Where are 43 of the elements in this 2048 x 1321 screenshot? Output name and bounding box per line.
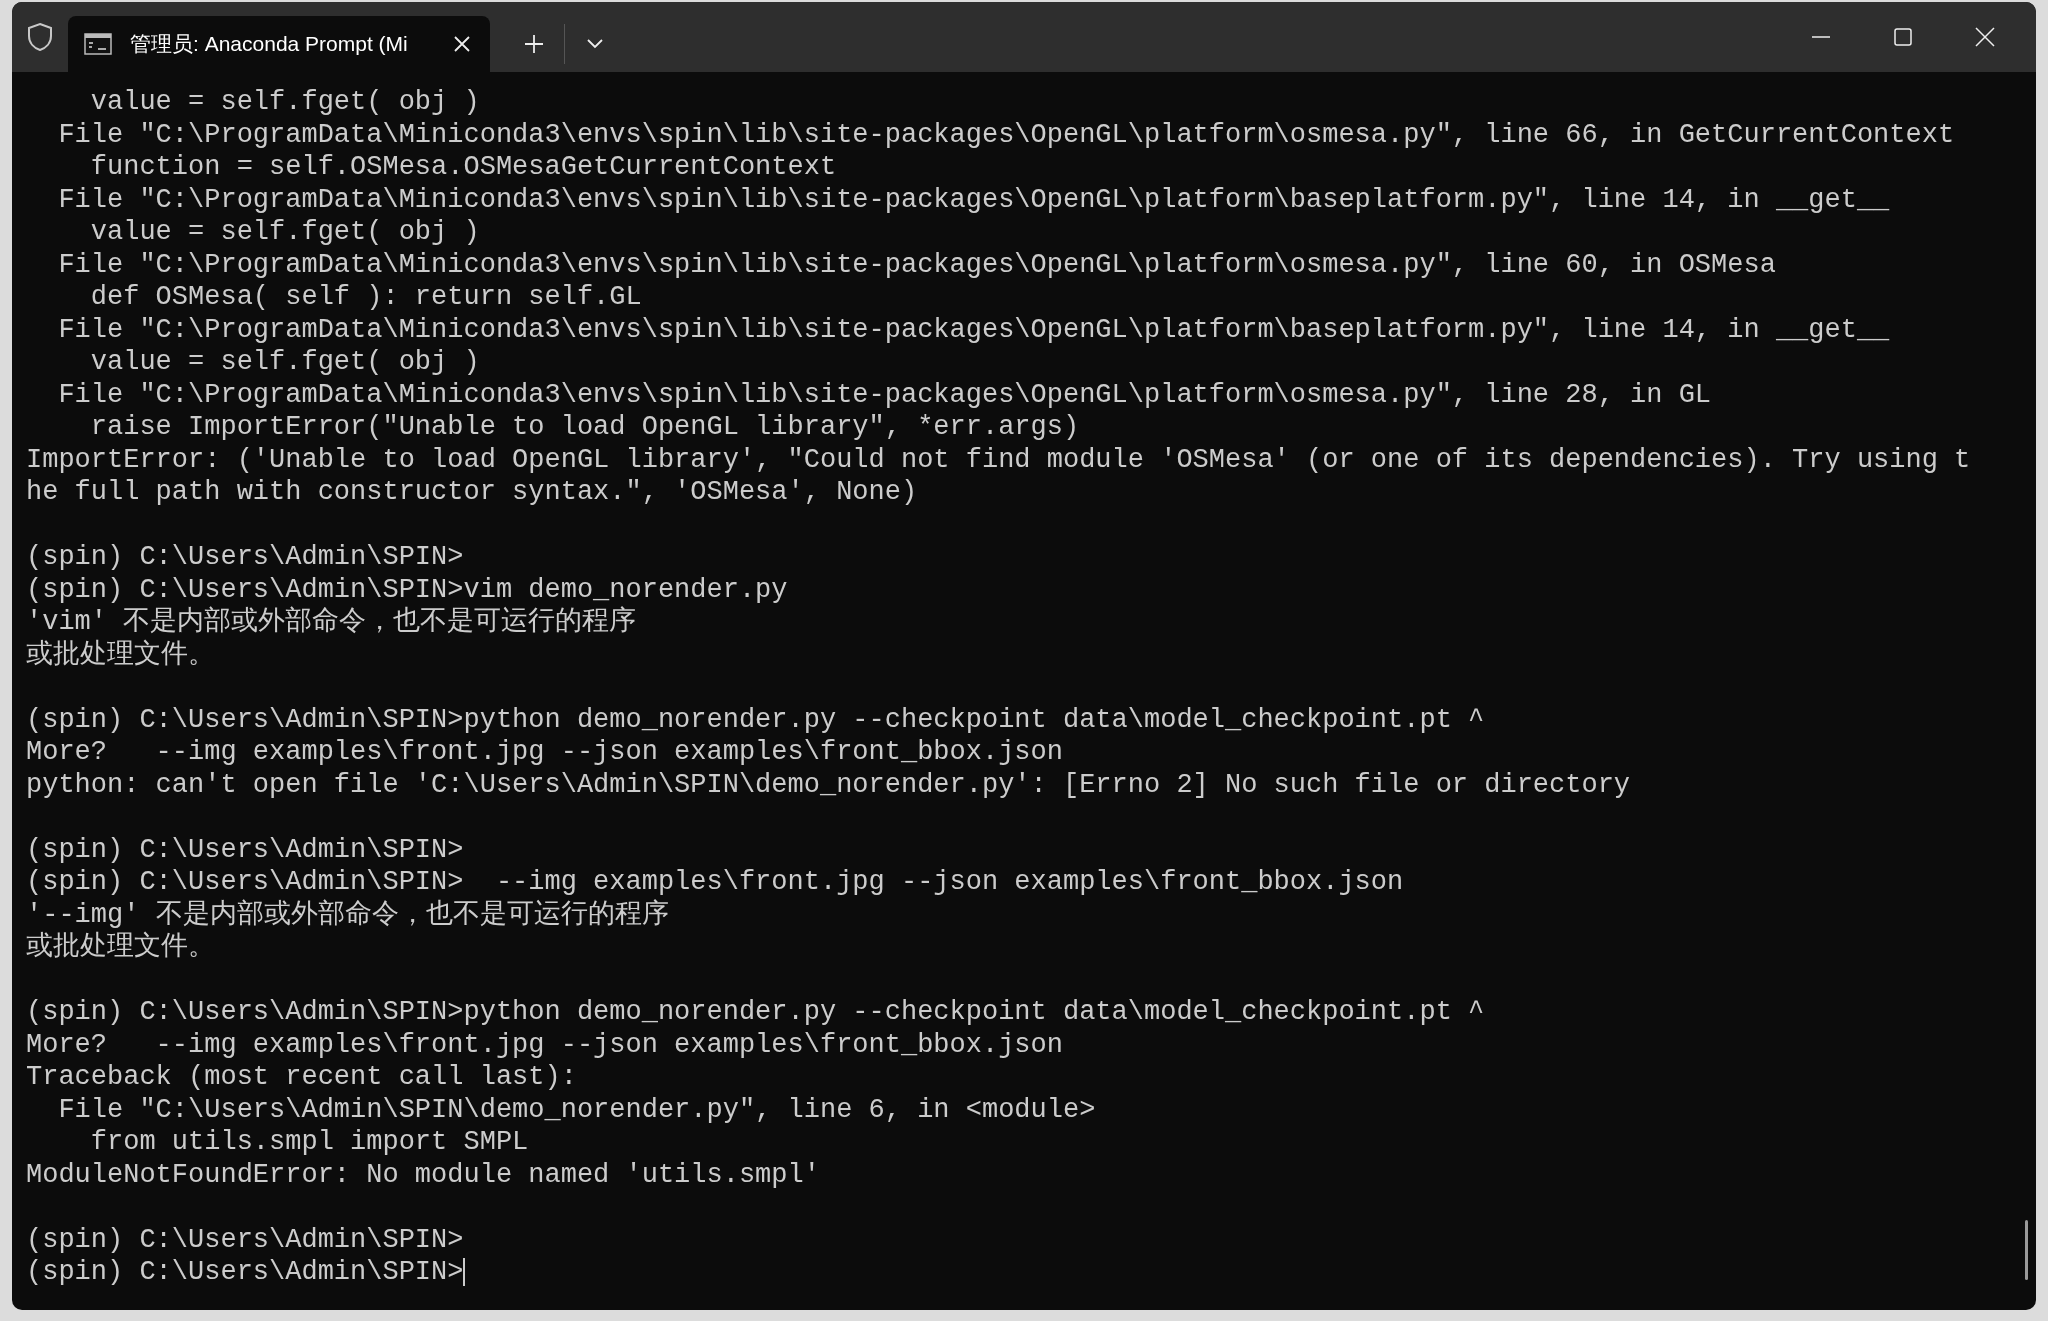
terminal-line: (spin) C:\Users\Admin\SPIN> bbox=[26, 833, 464, 866]
terminal-line: value = self.fget( obj ) bbox=[89, 86, 480, 119]
terminal-line: value = self.fget( obj ) bbox=[89, 346, 480, 379]
chevron-down-icon bbox=[587, 39, 603, 49]
terminal-line: def OSMesa( self ): return self.GL bbox=[89, 281, 642, 314]
terminal-line: (spin) C:\Users\Admin\SPIN>python demo_norender.py --checkpoint data\model_checkpoint.pt ^ bbox=[26, 996, 1485, 1029]
terminal-line: (spin) C:\Users\Admin\SPIN> --img examples\front.jpg --json examples\front_bbox.json bbox=[26, 866, 1404, 899]
terminal-line: ImportError: ('Unable to load OpenGL library', "Could not find module 'OSMesa' (or one of its dependencies). Try using t bbox=[26, 443, 1971, 476]
terminal-line: 或批处理文件。 bbox=[26, 931, 215, 964]
terminal-line: function = self.OSMesa.OSMesaGetCurrentContext bbox=[89, 151, 837, 184]
shield-icon bbox=[27, 22, 53, 52]
terminal-line: raise ImportError("Unable to load OpenGL library", *err.args) bbox=[89, 411, 1080, 444]
terminal-line: 'vim' 不是内部或外部命令，也不是可运行的程序 bbox=[26, 606, 637, 639]
terminal-line: from utils.smpl import SMPL bbox=[89, 1126, 529, 1159]
terminal-line: (spin) C:\Users\Admin\SPIN> bbox=[26, 1256, 464, 1289]
terminal-line: File "C:\ProgramData\Miniconda3\envs\spin\lib\site-packages\OpenGL\platform\baseplatform.py", line 14, in __get__ bbox=[57, 183, 1890, 216]
terminal-line: ModuleNotFoundError: No module named 'utils.smpl' bbox=[26, 1158, 820, 1191]
terminal-line: File "C:\ProgramData\Miniconda3\envs\spin\lib\site-packages\OpenGL\platform\baseplatform.py", line 14, in __get__ bbox=[57, 313, 1890, 346]
terminal-line: 或批处理文件。 bbox=[26, 638, 215, 671]
terminal-line: File "C:\ProgramData\Miniconda3\envs\spin\lib\site-packages\OpenGL\platform\osmesa.py", line 66, in GetCurrentContext bbox=[57, 118, 1955, 151]
plus-icon bbox=[524, 34, 544, 54]
terminal-line: (spin) C:\Users\Admin\SPIN>vim demo_norender.py bbox=[26, 573, 788, 606]
terminal-line: '--img' 不是内部或外部命令，也不是可运行的程序 bbox=[26, 898, 669, 931]
terminal-line: More? --img examples\front.jpg --json examples\front_bbox.json bbox=[26, 1028, 1063, 1061]
terminal-line: More? --img examples\front.jpg --json examples\front_bbox.json bbox=[26, 736, 1063, 769]
maximize-icon bbox=[1894, 28, 1912, 46]
close-icon bbox=[1975, 27, 1995, 47]
terminal-line: (spin) C:\Users\Admin\SPIN> bbox=[26, 1223, 464, 1256]
tab-title: 管理员: Anaconda Prompt (Mi bbox=[130, 31, 409, 58]
minimize-icon bbox=[1812, 36, 1830, 38]
terminal-line: (spin) C:\Users\Admin\SPIN>python demo_norender.py --checkpoint data\model_checkpoint.pt ^ bbox=[26, 703, 1485, 736]
terminal-line: value = self.fget( obj ) bbox=[89, 216, 480, 249]
terminal-line: File "C:\ProgramData\Miniconda3\envs\spin\lib\site-packages\OpenGL\platform\osmesa.py", line 60, in OSMesa bbox=[57, 248, 1776, 281]
scrollbar-thumb[interactable] bbox=[2025, 1220, 2028, 1280]
terminal-line: File "C:\ProgramData\Miniconda3\envs\spin\lib\site-packages\OpenGL\platform\osmesa.py", line 28, in GL bbox=[57, 378, 1712, 411]
terminal-line: he full path with constructor syntax.", 'OSMesa', None) bbox=[26, 476, 918, 509]
terminal-line: (spin) C:\Users\Admin\SPIN> bbox=[26, 541, 464, 574]
text-cursor bbox=[463, 1258, 466, 1287]
terminal-line: File "C:\Users\Admin\SPIN\demo_norender.py", line 6, in <module> bbox=[57, 1093, 1096, 1126]
terminal-icon bbox=[84, 33, 112, 55]
terminal-line: Traceback (most recent call last): bbox=[26, 1061, 577, 1094]
terminal-line: python: can't open file 'C:\Users\Admin\SPIN\demo_norender.py': [Errno 2] No such file or directory bbox=[26, 768, 1631, 801]
tab[interactable]: 管理员: Anaconda Prompt (Mi bbox=[68, 16, 490, 72]
